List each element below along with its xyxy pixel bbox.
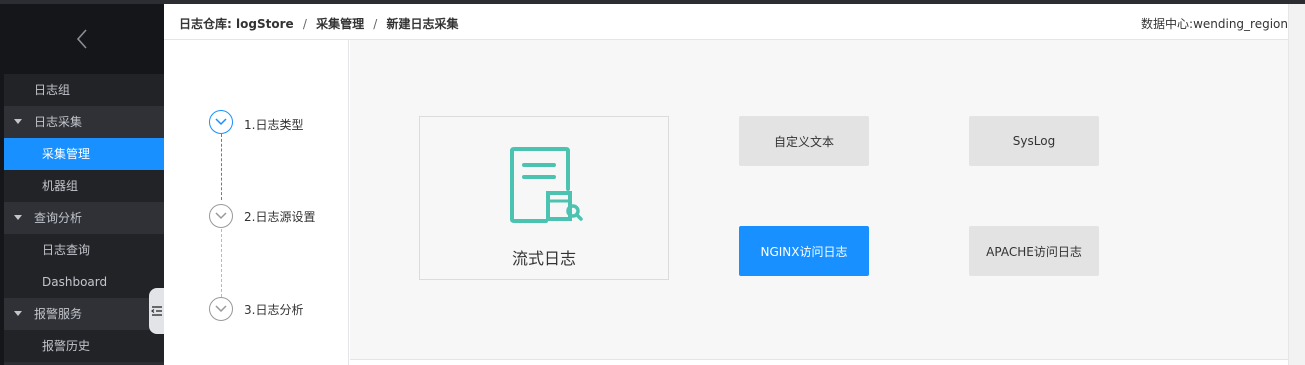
custom-text-button[interactable]: 自定义文本 — [739, 116, 869, 166]
step-1 — [209, 110, 233, 134]
breadcrumb-bar: 日志仓库: logStore / 采集管理 / 新建日志采集 数据中心:wend… — [164, 4, 1288, 40]
region-value: wending_region — [1193, 17, 1288, 31]
sidebar-item-logstore-group[interactable]: 日志组 — [4, 74, 164, 106]
sidebar-item-label: Dashboard — [42, 275, 108, 289]
region-label: 数据中心: — [1141, 17, 1194, 31]
menu-fold-icon — [150, 306, 162, 316]
step-1-label: 1.日志类型 — [244, 118, 304, 132]
sidebar-item-label: 机器组 — [42, 179, 79, 193]
breadcrumb-root-prefix: 日志仓库: — [179, 17, 232, 31]
chevron-left-icon — [76, 29, 87, 49]
breadcrumb-separator: / — [373, 17, 378, 31]
sidebar-item-label: 日志采集 — [34, 115, 83, 129]
stream-log-label: 流式日志 — [511, 249, 576, 268]
sidebar-group-alert-service[interactable]: 报警服务 — [4, 298, 164, 330]
log-document-search-icon — [508, 145, 584, 228]
breadcrumb-collection-link[interactable]: 采集管理 — [316, 17, 364, 31]
sidebar-item-dashboard[interactable]: Dashboard — [4, 266, 164, 298]
region-info: 数据中心:wending_region — [1141, 15, 1288, 32]
step-2-label: 2.日志源设置 — [244, 210, 316, 224]
log-type-panel: 流式日志 自定义文本 SysLog NGINX访问日志 APACHE访问日志 — [350, 40, 1288, 360]
sidebar-item-label: 采集管理 — [42, 147, 91, 161]
breadcrumb-current: 新建日志采集 — [386, 17, 459, 31]
step-2 — [209, 204, 233, 228]
chevron-down-icon — [215, 118, 227, 126]
breadcrumb-separator: / — [302, 17, 307, 31]
sidebar-item-label: 查询分析 — [34, 211, 83, 225]
nginx-access-log-button[interactable]: NGINX访问日志 — [739, 226, 869, 276]
caret-down-icon — [14, 311, 22, 316]
sidebar-item-alert-history[interactable]: 报警历史 — [4, 330, 164, 362]
sidebar-item-label: 日志查询 — [42, 243, 91, 257]
chevron-down-icon — [215, 212, 227, 220]
breadcrumb-logstore-link[interactable]: logStore — [236, 17, 294, 31]
sidebar-item-collection-management[interactable]: 采集管理 — [4, 138, 164, 170]
scrollbar-track[interactable] — [1288, 4, 1305, 365]
step-3-label: 3.日志分析 — [244, 303, 304, 317]
menu-toggle-button[interactable] — [149, 288, 164, 334]
step-connector — [221, 229, 222, 297]
breadcrumb: 日志仓库: logStore / 采集管理 / 新建日志采集 — [179, 15, 459, 32]
step-indicator: 1.日志类型 2.日志源设置 3.日志分析 — [164, 40, 349, 365]
syslog-button[interactable]: SysLog — [969, 116, 1099, 166]
sidebar-item-machine-group[interactable]: 机器组 — [4, 170, 164, 202]
chevron-down-icon — [215, 305, 227, 313]
sidebar-group-log-collection[interactable]: 日志采集 — [4, 106, 164, 138]
apache-access-log-button[interactable]: APACHE访问日志 — [969, 226, 1099, 276]
sidebar-item-label: 报警服务 — [34, 307, 83, 321]
caret-down-icon — [14, 119, 22, 124]
sidebar-item-label: 报警历史 — [42, 339, 91, 353]
sidebar-item-label: 日志组 — [34, 83, 71, 97]
sidebar-item-log-query[interactable]: 日志查询 — [4, 234, 164, 266]
step-connector-active — [221, 134, 222, 200]
stream-log-card[interactable]: 流式日志 — [419, 116, 669, 280]
step-3 — [209, 297, 233, 321]
sidebar-group-query-analysis[interactable]: 查询分析 — [4, 202, 164, 234]
sidebar-collapse-button[interactable] — [0, 4, 164, 74]
caret-down-icon — [14, 215, 22, 220]
